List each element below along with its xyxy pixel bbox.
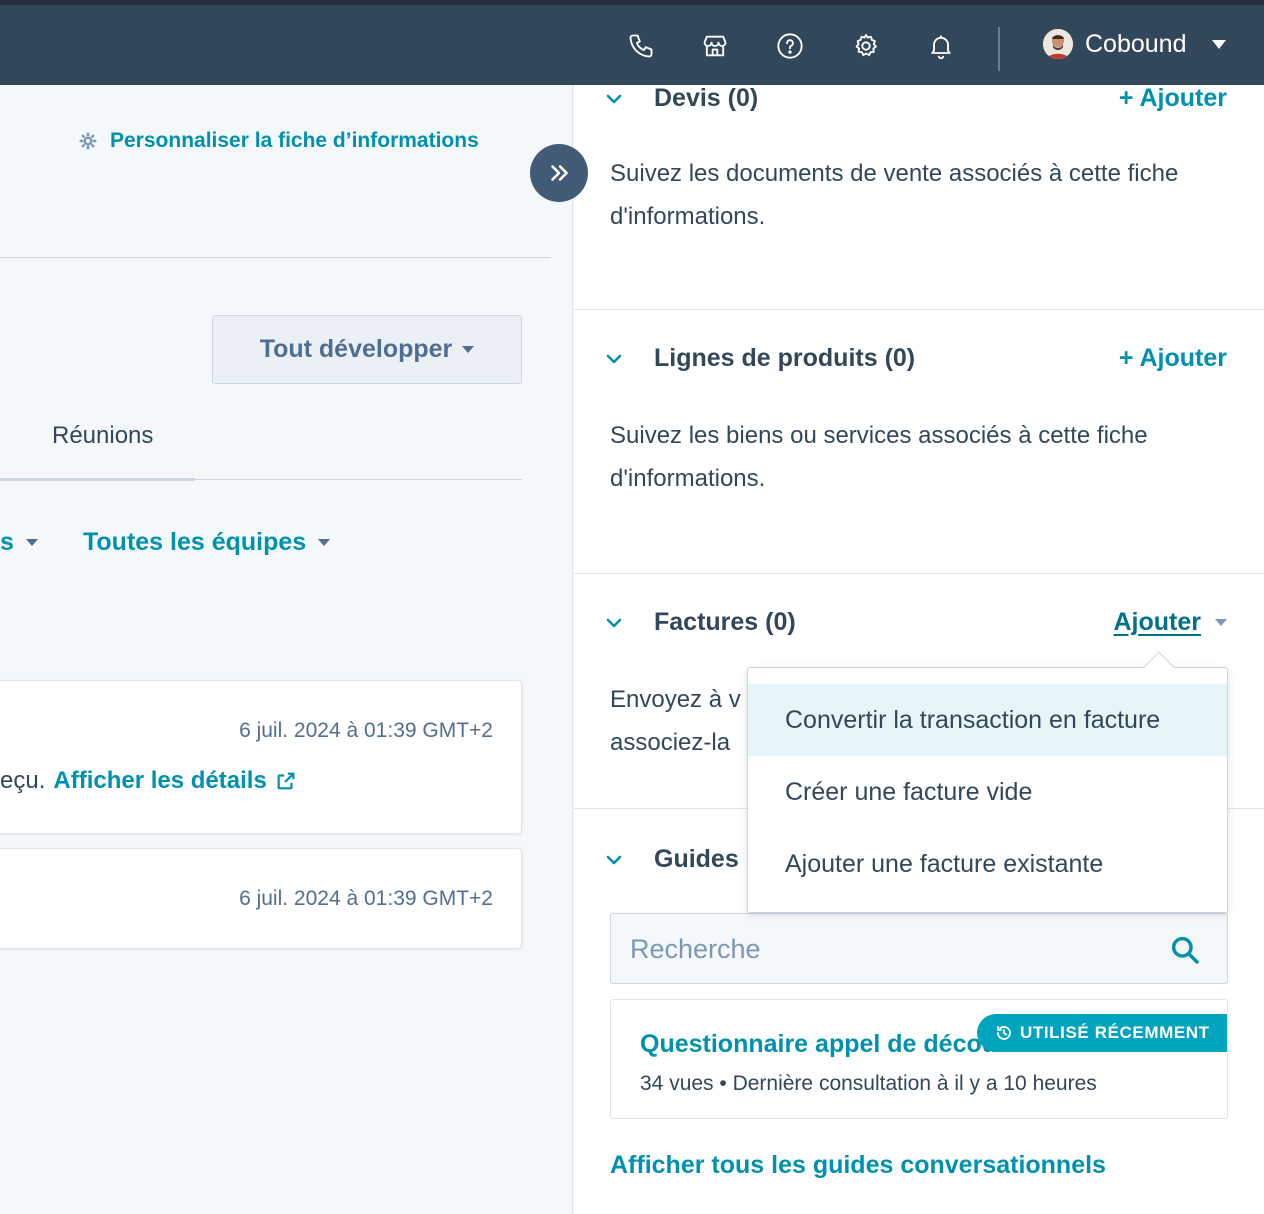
search-icon[interactable] bbox=[1169, 934, 1201, 966]
guides-title: Guides bbox=[654, 845, 739, 873]
activity-timestamp: 6 juil. 2024 à 01:39 GMT+2 bbox=[239, 887, 493, 910]
invoices-add-dropdown[interactable]: Ajouter bbox=[1113, 608, 1227, 637]
tab-active-indicator bbox=[0, 478, 195, 481]
activity-card[interactable]: 6 juil. 2024 à 01:39 GMT+2 eçu. Afficher… bbox=[0, 680, 522, 834]
guide-meta: 34 vues • Dernière consultation à il y a… bbox=[640, 1072, 1097, 1095]
chevron-down-icon bbox=[606, 94, 622, 103]
customize-record-link[interactable]: Personnaliser la fiche d’informations bbox=[78, 129, 479, 153]
activity-timestamp: 6 juil. 2024 à 01:39 GMT+2 bbox=[239, 719, 493, 742]
recently-used-badge: UTILISÉ RÉCEMMENT bbox=[977, 1014, 1227, 1052]
guides-search-input[interactable]: Recherche bbox=[610, 913, 1228, 984]
activity-card[interactable]: 6 juil. 2024 à 01:39 GMT+2 bbox=[0, 848, 522, 949]
quotes-description: Suivez les documents de vente associés à… bbox=[610, 160, 1179, 230]
expand-all-button[interactable]: Tout développer bbox=[212, 315, 522, 384]
chevron-down-icon bbox=[462, 346, 475, 353]
history-icon bbox=[997, 1026, 1011, 1040]
quotes-header[interactable]: Devis (0) bbox=[604, 84, 758, 113]
teams-filter-label: Toutes les équipes bbox=[83, 528, 307, 556]
teams-filter-dropdown[interactable]: Toutes les équipes bbox=[83, 528, 331, 557]
line-items-add-button[interactable]: + Ajouter bbox=[1119, 344, 1227, 373]
gear-icon bbox=[79, 132, 97, 150]
tab-meetings[interactable]: Réunions bbox=[52, 422, 153, 450]
guide-list-item[interactable]: Questionnaire appel de découverte 34 vue… bbox=[610, 999, 1228, 1119]
search-placeholder: Recherche bbox=[630, 934, 761, 964]
chevron-down-icon bbox=[1215, 619, 1227, 626]
line-items-header[interactable]: Lignes de produits (0) bbox=[604, 344, 915, 373]
menu-item-add-existing-invoice[interactable]: Ajouter une facture existante bbox=[748, 828, 1227, 900]
quotes-title: Devis (0) bbox=[654, 84, 759, 112]
external-link-icon bbox=[277, 772, 295, 790]
customize-label: Personnaliser la fiche d’informations bbox=[110, 129, 479, 152]
collapse-sidebar-button[interactable] bbox=[530, 144, 588, 202]
right-sidebar: Devis (0) + Ajouter Suivez les documents… bbox=[574, 84, 1264, 1214]
recently-used-label: UTILISÉ RÉCEMMENT bbox=[1020, 1023, 1210, 1042]
chevron-down-icon bbox=[318, 539, 331, 546]
chevron-down-icon bbox=[606, 354, 622, 363]
record-main-pane: Personnaliser la fiche d’informations To… bbox=[0, 85, 573, 1214]
double-chevron-right-icon bbox=[551, 165, 568, 181]
line-items-section: Lignes de produits (0) + Ajouter Suivez … bbox=[574, 310, 1264, 574]
invoices-header[interactable]: Factures (0) bbox=[604, 608, 796, 637]
line-items-description: Suivez les biens ou services associés à … bbox=[610, 422, 1148, 492]
line-items-title: Lignes de produits (0) bbox=[654, 344, 916, 372]
invoices-add-label: Ajouter bbox=[1113, 608, 1202, 636]
invoices-title: Factures (0) bbox=[654, 608, 796, 636]
chevron-down-icon bbox=[25, 539, 38, 546]
activity-summary: eçu. Afficher les détails bbox=[0, 767, 297, 795]
quotes-add-button[interactable]: + Ajouter bbox=[1119, 84, 1227, 113]
view-details-link[interactable]: Afficher les détails bbox=[53, 767, 296, 795]
activity-filter-dropdown[interactable]: s bbox=[0, 528, 38, 557]
chevron-down-icon bbox=[606, 855, 622, 864]
view-all-guides-link[interactable]: Afficher tous les guides conversationnel… bbox=[610, 1151, 1106, 1180]
chevron-down-icon bbox=[606, 618, 622, 627]
quotes-section: Devis (0) + Ajouter Suivez les documents… bbox=[574, 0, 1264, 310]
view-details-label: Afficher les détails bbox=[53, 767, 267, 794]
activity-text: eçu. bbox=[0, 767, 46, 794]
menu-item-create-blank-invoice[interactable]: Créer une facture vide bbox=[748, 756, 1227, 828]
invoice-add-menu: Convertir la transaction en facture Crée… bbox=[747, 651, 1228, 913]
activity-filter-label: s bbox=[0, 528, 14, 556]
guides-header[interactable]: Guides bbox=[604, 845, 739, 874]
divider bbox=[0, 257, 551, 258]
expand-all-label: Tout développer bbox=[259, 335, 453, 363]
menu-item-convert-deal-to-invoice[interactable]: Convertir la transaction en facture bbox=[748, 684, 1227, 756]
